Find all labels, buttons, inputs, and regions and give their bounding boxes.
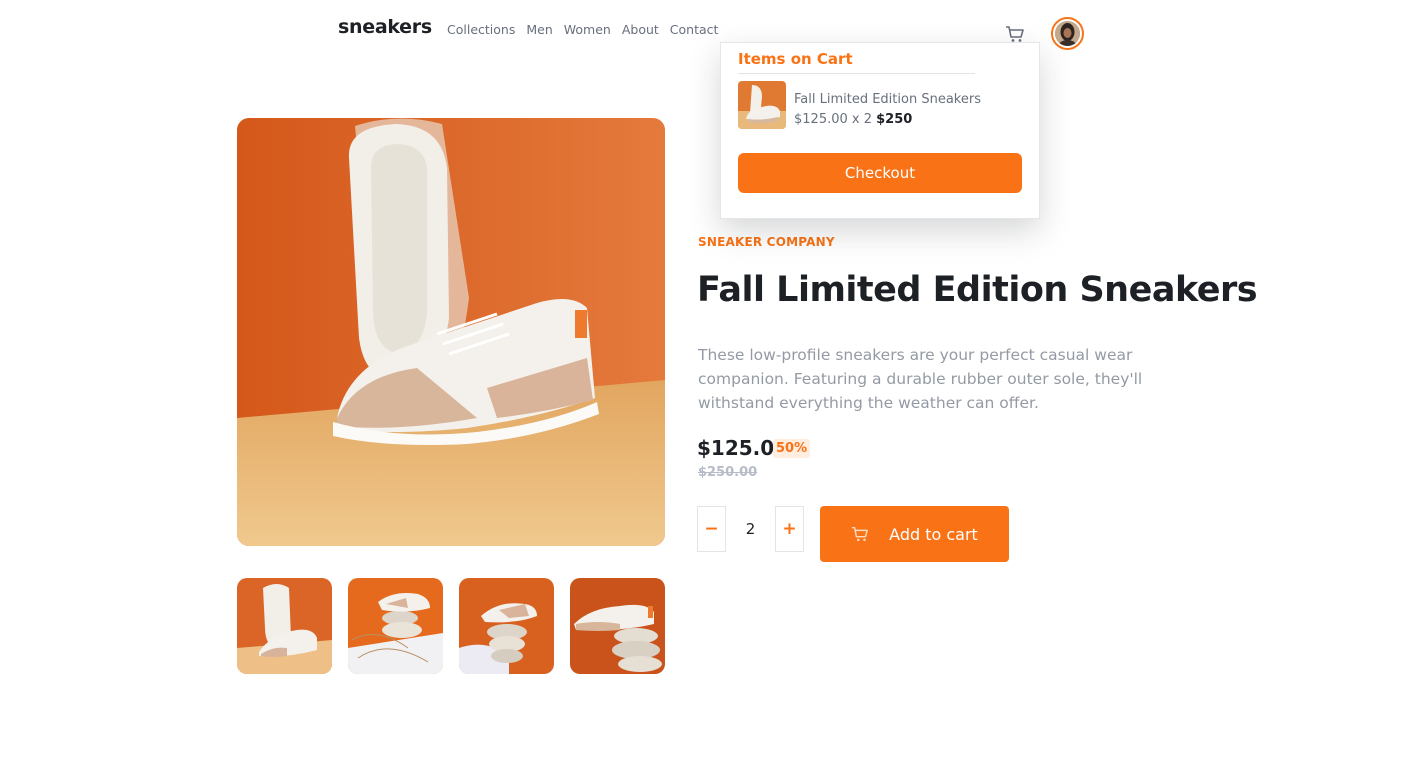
thumbnail-2[interactable]: [348, 578, 443, 674]
quantity-increase-button[interactable]: +: [775, 506, 804, 552]
main-product-image[interactable]: [237, 118, 665, 546]
cart-divider: [738, 73, 975, 74]
nav-men[interactable]: Men: [526, 22, 552, 37]
cart-icon: [851, 525, 869, 543]
cart-title: Items on Cart: [738, 50, 853, 68]
checkout-button[interactable]: Checkout: [738, 153, 1022, 193]
nav-women[interactable]: Women: [564, 22, 611, 37]
add-to-cart-button[interactable]: Add to cart: [820, 506, 1009, 562]
quantity-decrease-button[interactable]: −: [697, 506, 726, 552]
nav-collections[interactable]: Collections: [447, 22, 515, 37]
cart-item-unit-price: $125.00 x 2: [794, 112, 872, 127]
cart-dropdown: Items on Cart Fall Limited Edition Sneak…: [720, 42, 1040, 219]
quantity-input[interactable]: [726, 506, 775, 552]
thumbnail-1[interactable]: [237, 578, 332, 674]
thumbnail-4[interactable]: [570, 578, 665, 674]
company-name: SNEAKER COMPANY: [698, 235, 835, 249]
discount-badge: 50%: [773, 439, 811, 458]
avatar[interactable]: [1051, 17, 1084, 50]
nav-contact[interactable]: Contact: [670, 22, 719, 37]
nav-about[interactable]: About: [622, 22, 659, 37]
main-nav: Collections Men Women About Contact: [447, 22, 718, 37]
product-description: These low-profile sneakers are your perf…: [698, 346, 1143, 412]
cart-item-price: $125.00 x 2 $250: [794, 112, 912, 127]
thumbnail-3[interactable]: [459, 578, 554, 674]
logo[interactable]: sneakers: [338, 16, 432, 38]
add-to-cart-label: Add to cart: [889, 524, 978, 544]
cart-item-total: $250: [876, 112, 913, 127]
cart-item-name: Fall Limited Edition Sneakers: [794, 92, 981, 107]
original-price: $250.00: [698, 465, 758, 480]
cart-icon[interactable]: [1005, 25, 1025, 43]
cart-item-thumbnail: [738, 81, 786, 129]
product-title: Fall Limited Edition Sneakers: [697, 270, 1258, 310]
